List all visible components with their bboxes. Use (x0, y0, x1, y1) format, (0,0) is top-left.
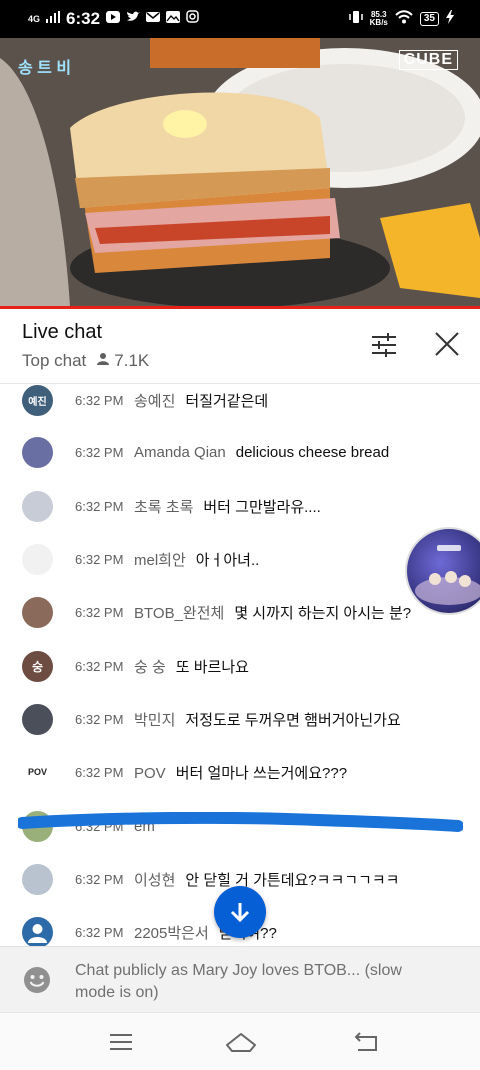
arrow-down-icon (230, 903, 250, 923)
avatar[interactable] (22, 863, 53, 895)
message-text: 저정도로 두꺼우면 햄버거아닌가요 (185, 711, 401, 729)
message-time: 6:32 PM (75, 871, 124, 887)
wifi-icon (395, 9, 413, 29)
message-text: 터질거같은데 (185, 392, 269, 410)
message-author[interactable]: 송예진 (134, 393, 175, 410)
youtube-icon (106, 10, 121, 28)
network-speed: 85.3 KB/s (369, 10, 388, 27)
avatar[interactable] (22, 490, 53, 522)
avatar[interactable] (22, 436, 53, 468)
message-time: 6:32 PM (75, 711, 124, 727)
person-icon (96, 351, 110, 371)
back-icon[interactable] (352, 1029, 382, 1055)
chat-message[interactable]: 6:32 PM 초록 초록 버터 그만발라유.... (0, 486, 480, 526)
menu-icon[interactable] (106, 1029, 136, 1055)
chat-message[interactable]: 숭 6:32 PM 숭 숭 또 바르나요 (0, 646, 480, 686)
viewer-count: 7.1K (96, 351, 149, 371)
chat-header: Live chat Top chat 7.1K (0, 309, 480, 384)
message-time: 6:32 PM (75, 392, 124, 408)
system-nav-bar (0, 1012, 480, 1070)
annotation-scribble (18, 812, 463, 832)
viewer-count-value: 7.1K (114, 351, 150, 370)
message-author[interactable]: mel희안 (134, 552, 186, 569)
chat-message[interactable]: 6:32 PM Amanda Qian delicious cheese brea… (0, 432, 480, 472)
battery-indicator: 35 (419, 12, 439, 26)
person-icon (28, 923, 47, 943)
network-indicator: 4G (28, 13, 41, 24)
message-text: 또 바르나요 (175, 658, 249, 676)
chat-message[interactable]: 예진 6:32 PM 송예진 터질거같은데 (0, 384, 480, 420)
scroll-down-button[interactable] (214, 886, 266, 938)
message-text: 버터 얼마나 쓰는거에요??? (175, 764, 348, 782)
vibrate-icon (348, 10, 363, 29)
message-author[interactable]: 2205박은서 (134, 925, 209, 942)
home-icon[interactable] (224, 1029, 258, 1055)
avatar[interactable] (22, 703, 53, 735)
signal-icon (46, 10, 61, 28)
message-author[interactable]: BTOB_완전체 (134, 605, 224, 622)
video-player[interactable]: 송 트 비 CUBE (0, 38, 480, 306)
channel-logo: CUBE (398, 50, 458, 70)
message-text: 몇 시까지 하는지 아시는 분? (234, 604, 412, 622)
clock: 6:32 (66, 9, 101, 28)
avatar[interactable] (22, 916, 53, 946)
chat-input[interactable]: Chat publicly as Mary Joy loves BTOB... … (75, 960, 435, 1004)
message-author[interactable]: 이성현 (134, 872, 175, 889)
message-time: 6:32 PM (75, 764, 124, 780)
message-text: 버터 그만발라유.... (203, 498, 321, 516)
chat-message[interactable]: 6:32 PM BTOB_완전체 몇 시까지 하는지 아시는 분? (0, 592, 480, 632)
message-time: 6:32 PM (75, 604, 124, 620)
avatar[interactable]: POV (22, 756, 53, 788)
status-bar: 4G 6:32 85.3 KB/s 35 (0, 0, 480, 38)
message-author[interactable]: 숭 숭 (134, 659, 166, 676)
message-time: 6:32 PM (75, 658, 124, 674)
avatar[interactable] (22, 596, 53, 628)
sliders-icon[interactable] (370, 331, 398, 359)
gallery-icon (166, 10, 181, 28)
emoji-icon[interactable] (22, 965, 52, 995)
message-author[interactable]: 박민지 (134, 712, 175, 729)
message-time: 6:32 PM (75, 924, 124, 940)
message-author[interactable]: 초록 초록 (134, 499, 193, 516)
chat-mode-selector[interactable]: Top chat 7.1K (22, 351, 149, 371)
instagram-icon (186, 10, 199, 28)
message-time: 6:32 PM (75, 551, 124, 567)
chat-title: Live chat (22, 321, 103, 343)
chat-message-list[interactable]: 예진 6:32 PM 송예진 터질거같은데 6:32 PM Amanda Qian… (0, 384, 480, 946)
chat-message[interactable]: 6:32 PM 박민지 저정도로 두꺼우면 햄버거아닌가요 (0, 699, 480, 739)
avatar[interactable] (22, 543, 53, 575)
message-author[interactable]: Amanda Qian (134, 444, 226, 461)
bubble-thumbnail (415, 545, 480, 605)
mail-icon (146, 10, 161, 28)
avatar[interactable]: 숭 (22, 650, 53, 682)
twitter-icon (126, 10, 141, 28)
chat-input-area: Chat publicly as Mary Joy loves BTOB... … (0, 946, 480, 1013)
video-frame (0, 38, 480, 306)
chat-message[interactable]: POV 6:32 PM POV 버터 얼마나 쓰는거에요??? (0, 752, 480, 792)
avatar[interactable]: 예진 (22, 384, 53, 416)
message-text: 아ㅓ아녀.. (195, 551, 260, 569)
show-logo: 송 트 비 (18, 60, 72, 77)
message-text: 안 닫힐 거 가튼데요?ㅋㅋㄱㄱㅋㅋ (185, 871, 400, 889)
message-author[interactable]: POV (134, 765, 166, 782)
message-time: 6:32 PM (75, 444, 124, 460)
close-icon[interactable] (432, 329, 462, 359)
message-text: delicious cheese bread (235, 443, 390, 461)
charging-icon (446, 9, 454, 29)
chat-mode-label[interactable]: Top chat (22, 351, 86, 371)
message-time: 6:32 PM (75, 498, 124, 514)
